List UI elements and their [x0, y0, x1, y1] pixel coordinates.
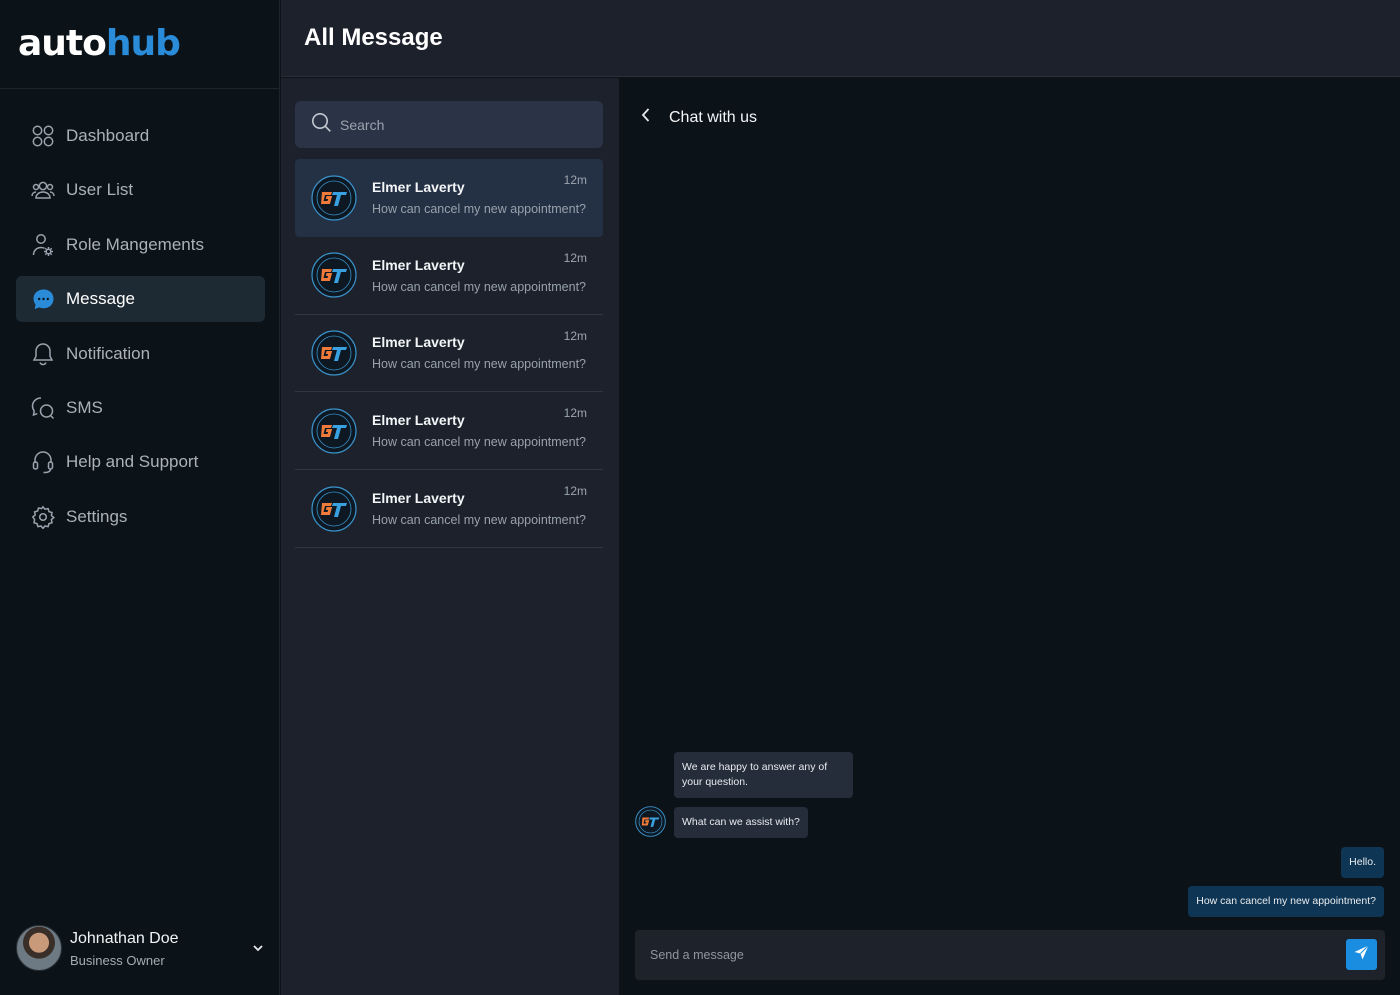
message-preview: How can cancel my new appointment? — [372, 513, 587, 528]
conversation-text: Elmer Laverty How can cancel my new appo… — [372, 334, 586, 371]
gear-icon — [31, 505, 55, 529]
profile-role: Business Owner — [70, 952, 165, 968]
send-button[interactable] — [1346, 939, 1377, 970]
conversation-item[interactable]: Elmer Laverty How can cancel my new appo… — [295, 237, 603, 315]
conversation-item[interactable]: Elmer Laverty How can cancel my new appo… — [295, 470, 603, 548]
conversation-text: Elmer Laverty How can cancel my new appo… — [372, 257, 586, 294]
agent-message-bubble: What can we assist with? — [674, 807, 808, 838]
conversation-text: Elmer Laverty How can cancel my new appo… — [372, 490, 586, 527]
page-title: All Message — [304, 24, 443, 51]
conversation-text: Elmer Laverty How can cancel my new appo… — [372, 412, 586, 449]
gt-avatar-icon — [311, 485, 357, 532]
conversation-item[interactable]: Elmer Laverty How can cancel my new appo… — [295, 315, 603, 393]
agent-message-bubble: We are happy to answer any of your quest… — [674, 752, 853, 798]
message-preview: How can cancel my new appointment? — [372, 435, 587, 450]
sidebar-item-role-mangements[interactable]: Role Mangements — [16, 222, 265, 268]
user-settings-icon — [31, 233, 55, 257]
contact-name: Elmer Laverty — [372, 412, 465, 429]
message-input[interactable]: Send a message — [635, 930, 1385, 980]
message-time: 12m — [563, 328, 587, 343]
conversation-text: Elmer Laverty How can cancel my new appo… — [372, 179, 586, 216]
gt-avatar-icon — [635, 806, 666, 837]
message-preview: How can cancel my new appointment? — [372, 279, 587, 294]
chat-header: Chat with us — [639, 107, 757, 128]
sidebar-item-label: Help and Support — [66, 452, 199, 472]
search-icon — [311, 112, 332, 138]
bell-icon — [31, 342, 55, 366]
sidebar-item-message[interactable]: Message — [16, 276, 265, 323]
message-time: 12m — [563, 484, 587, 499]
sidebar-nav: Dashboard User List Role Mangements Mess… — [16, 113, 265, 548]
users-icon — [31, 178, 55, 202]
sidebar-item-notification[interactable]: Notification — [16, 331, 265, 377]
sidebar-item-help-and-support[interactable]: Help and Support — [16, 439, 265, 485]
user-profile[interactable]: Johnathan Doe Business Owner — [16, 924, 268, 972]
sidebar-item-label: Settings — [66, 506, 128, 526]
gt-avatar-icon — [311, 175, 357, 221]
profile-name: Johnathan Doe — [70, 929, 179, 947]
conversation-item[interactable]: Elmer Laverty How can cancel my new appo… — [295, 159, 603, 237]
headset-icon — [31, 450, 55, 474]
conversation-list: Elmer Laverty How can cancel my new appo… — [295, 159, 603, 548]
message-time: 12m — [563, 406, 587, 421]
chat-title: Chat with us — [669, 108, 758, 126]
back-chevron-icon[interactable] — [639, 107, 653, 128]
gt-avatar-icon — [311, 408, 357, 454]
gt-avatar-icon — [311, 330, 357, 376]
conversation-item[interactable]: Elmer Laverty How can cancel my new appo… — [295, 392, 603, 471]
sidebar-item-label: Notification — [66, 343, 151, 363]
sidebar-item-label: Dashboard — [66, 126, 150, 145]
autohub-logo[interactable]: autohub — [18, 26, 181, 62]
sidebar-item-label: Role Mangements — [66, 234, 204, 254]
contact-name: Elmer Laverty — [372, 490, 465, 507]
contact-name: Elmer Laverty — [372, 334, 465, 351]
profile-names: Johnathan Doe Business Owner — [70, 929, 248, 968]
message-preview: How can cancel my new appointment? — [372, 357, 587, 372]
sidebar-item-label: SMS — [66, 397, 103, 417]
user-message-bubble: How can cancel my new appointment? — [1188, 886, 1384, 917]
message-time: 12m — [563, 173, 587, 187]
gt-avatar-icon — [311, 252, 357, 298]
chat-panel: Chat with us We are happy to answer any … — [619, 89, 1400, 995]
conversation-list-panel: Search Elmer Laverty How can cancel my n… — [281, 78, 619, 995]
search-input[interactable]: Search — [295, 101, 603, 148]
sidebar-item-settings[interactable]: Settings — [16, 494, 265, 540]
sidebar-item-label: User List — [66, 180, 134, 200]
message-time: 12m — [563, 250, 587, 265]
sidebar: autohub Dashboard User List Role Mangeme… — [0, 0, 280, 995]
sidebar-divider — [0, 88, 280, 89]
message-input-placeholder: Send a message — [650, 948, 744, 962]
sidebar-item-sms[interactable]: SMS — [16, 385, 265, 431]
avatar — [16, 925, 62, 971]
chevron-down-icon[interactable] — [248, 938, 268, 958]
sms-icon — [31, 396, 55, 420]
send-icon — [1353, 944, 1370, 966]
contact-name: Elmer Laverty — [372, 256, 465, 273]
search-placeholder: Search — [340, 116, 385, 133]
sidebar-item-label: Message — [66, 289, 135, 309]
page-header: All Message — [281, 0, 1400, 77]
user-message-bubble: Hello. — [1341, 847, 1384, 878]
message-icon — [31, 287, 55, 311]
sidebar-item-user-list[interactable]: User List — [16, 167, 265, 213]
dashboard-icon — [31, 124, 55, 148]
contact-name: Elmer Laverty — [372, 179, 465, 196]
message-preview: How can cancel my new appointment? — [372, 202, 587, 217]
sidebar-item-dashboard[interactable]: Dashboard — [16, 113, 265, 159]
